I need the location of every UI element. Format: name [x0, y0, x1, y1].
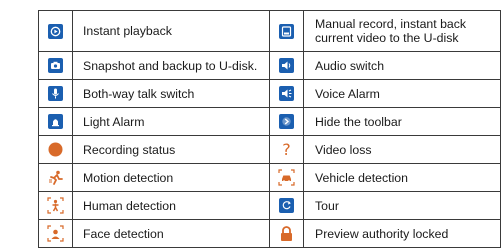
table-cell-label: Preview authority locked — [303, 219, 501, 248]
table-cell-label: Vehicle detection — [303, 163, 501, 192]
manual-record-icon — [279, 23, 294, 39]
instant-playback-icon — [48, 23, 63, 39]
table-row: Snapshot and backup to U-disk. Audio swi… — [38, 51, 501, 80]
question-mark-icon: ? — [282, 140, 291, 159]
face-detection-icon — [47, 225, 64, 242]
voice-alarm-icon — [279, 86, 294, 102]
car-icon — [278, 169, 295, 186]
lock-icon — [279, 225, 294, 242]
table-cell-label: Motion detection — [72, 163, 270, 192]
table-row: Motion detection Vehicle detection — [38, 163, 501, 192]
table-row: Instant playback Manual record, instant … — [38, 10, 501, 52]
human-detection-icon — [47, 197, 64, 214]
table-cell-label: Tour — [303, 191, 501, 220]
hide-toolbar-icon — [279, 114, 294, 130]
table-cell-label: Snapshot and backup to U-disk. — [72, 51, 270, 80]
table-cell-label: Hide the toolbar — [303, 107, 501, 136]
icon-description-table: Instant playback Manual record, instant … — [38, 10, 501, 248]
table-cell-label: Recording status — [72, 135, 270, 164]
table-cell-label: Voice Alarm — [303, 79, 501, 108]
table-row: Recording status ? Video loss — [38, 135, 501, 164]
audio-switch-icon — [279, 58, 294, 74]
microphone-icon — [48, 86, 63, 102]
table-row: Human detection Tour — [38, 191, 501, 220]
table-cell-label: Human detection — [72, 191, 270, 220]
table-row: Light Alarm Hide the toolbar — [38, 107, 501, 136]
table-cell-label: Light Alarm — [72, 107, 270, 136]
light-alarm-icon — [48, 114, 63, 130]
table-row: Face detection Preview authority locked — [38, 219, 501, 248]
table-cell-label: Face detection — [72, 219, 270, 248]
snapshot-icon — [48, 58, 63, 74]
recording-status-icon — [48, 142, 63, 157]
table-cell-label: Audio switch — [303, 51, 501, 80]
table-cell-label: Instant playback — [72, 10, 270, 52]
table-row: Both-way talk switch Voice Alarm — [38, 79, 501, 108]
tour-icon — [279, 198, 294, 214]
table-cell-label: Manual record, instant back current vide… — [303, 10, 501, 52]
table-cell-label: Video loss — [303, 135, 501, 164]
running-person-icon — [48, 170, 64, 186]
table-cell-label: Both-way talk switch — [72, 79, 270, 108]
